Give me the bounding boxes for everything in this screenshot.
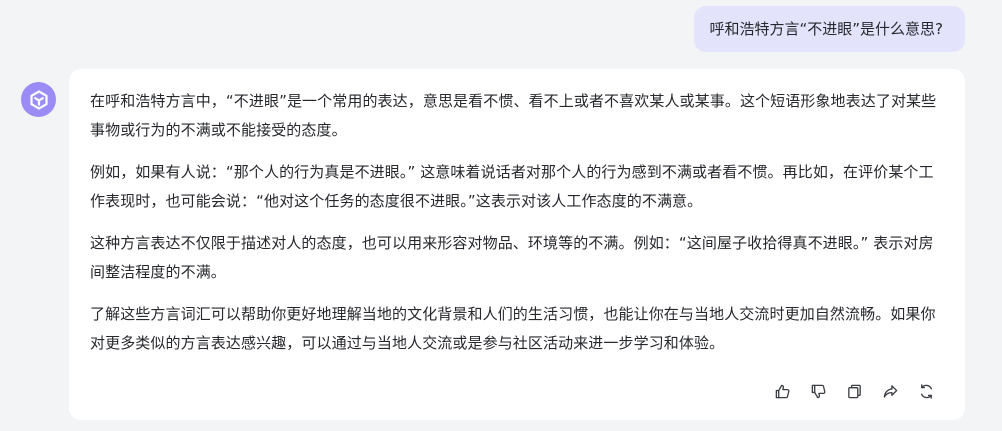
reply-paragraph: 在呼和浩特方言中，“不进眼”是一个常用的表达，意思是看不惯、看不上或者不喜欢某人… — [90, 92, 937, 139]
regenerate-button[interactable] — [915, 380, 937, 402]
user-message-text: 呼和浩特方言“不进眼”是什么意思? — [709, 20, 943, 38]
user-message-bubble: 呼和浩特方言“不进眼”是什么意思? — [694, 6, 965, 52]
reply-paragraph: 这种方言表达不仅限于描述对人的态度，也可以用来形容对物品、环境等的不满。例如：“… — [90, 234, 934, 281]
copy-button[interactable] — [843, 380, 865, 402]
thumbs-down-icon — [811, 384, 825, 398]
copy-icon — [847, 384, 861, 398]
regenerate-icon — [920, 383, 932, 399]
assistant-avatar — [21, 82, 56, 117]
chat-page: 呼和浩特方言“不进眼”是什么意思? 在呼和浩特方言中，“不进眼”是一个常用的表达… — [0, 0, 1002, 431]
assistant-reply-card: 在呼和浩特方言中，“不进眼”是一个常用的表达，意思是看不惯、看不上或者不喜欢某人… — [69, 69, 965, 420]
reply-paragraph: 例如，如果有人说：“那个人的行为真是不进眼。” 这意味着说话者对那个人的行为感到… — [90, 163, 934, 210]
reply-actions — [771, 380, 937, 402]
like-button[interactable] — [771, 380, 793, 402]
thumbs-up-icon — [775, 384, 789, 398]
dislike-button[interactable] — [807, 380, 829, 402]
share-button[interactable] — [879, 380, 901, 402]
assistant-logo-icon — [29, 89, 48, 110]
share-icon — [883, 384, 897, 398]
reply-paragraph: 了解这些方言词汇可以帮助你更好地理解当地的文化背景和人们的生活习惯，也能让你在与… — [90, 305, 936, 352]
